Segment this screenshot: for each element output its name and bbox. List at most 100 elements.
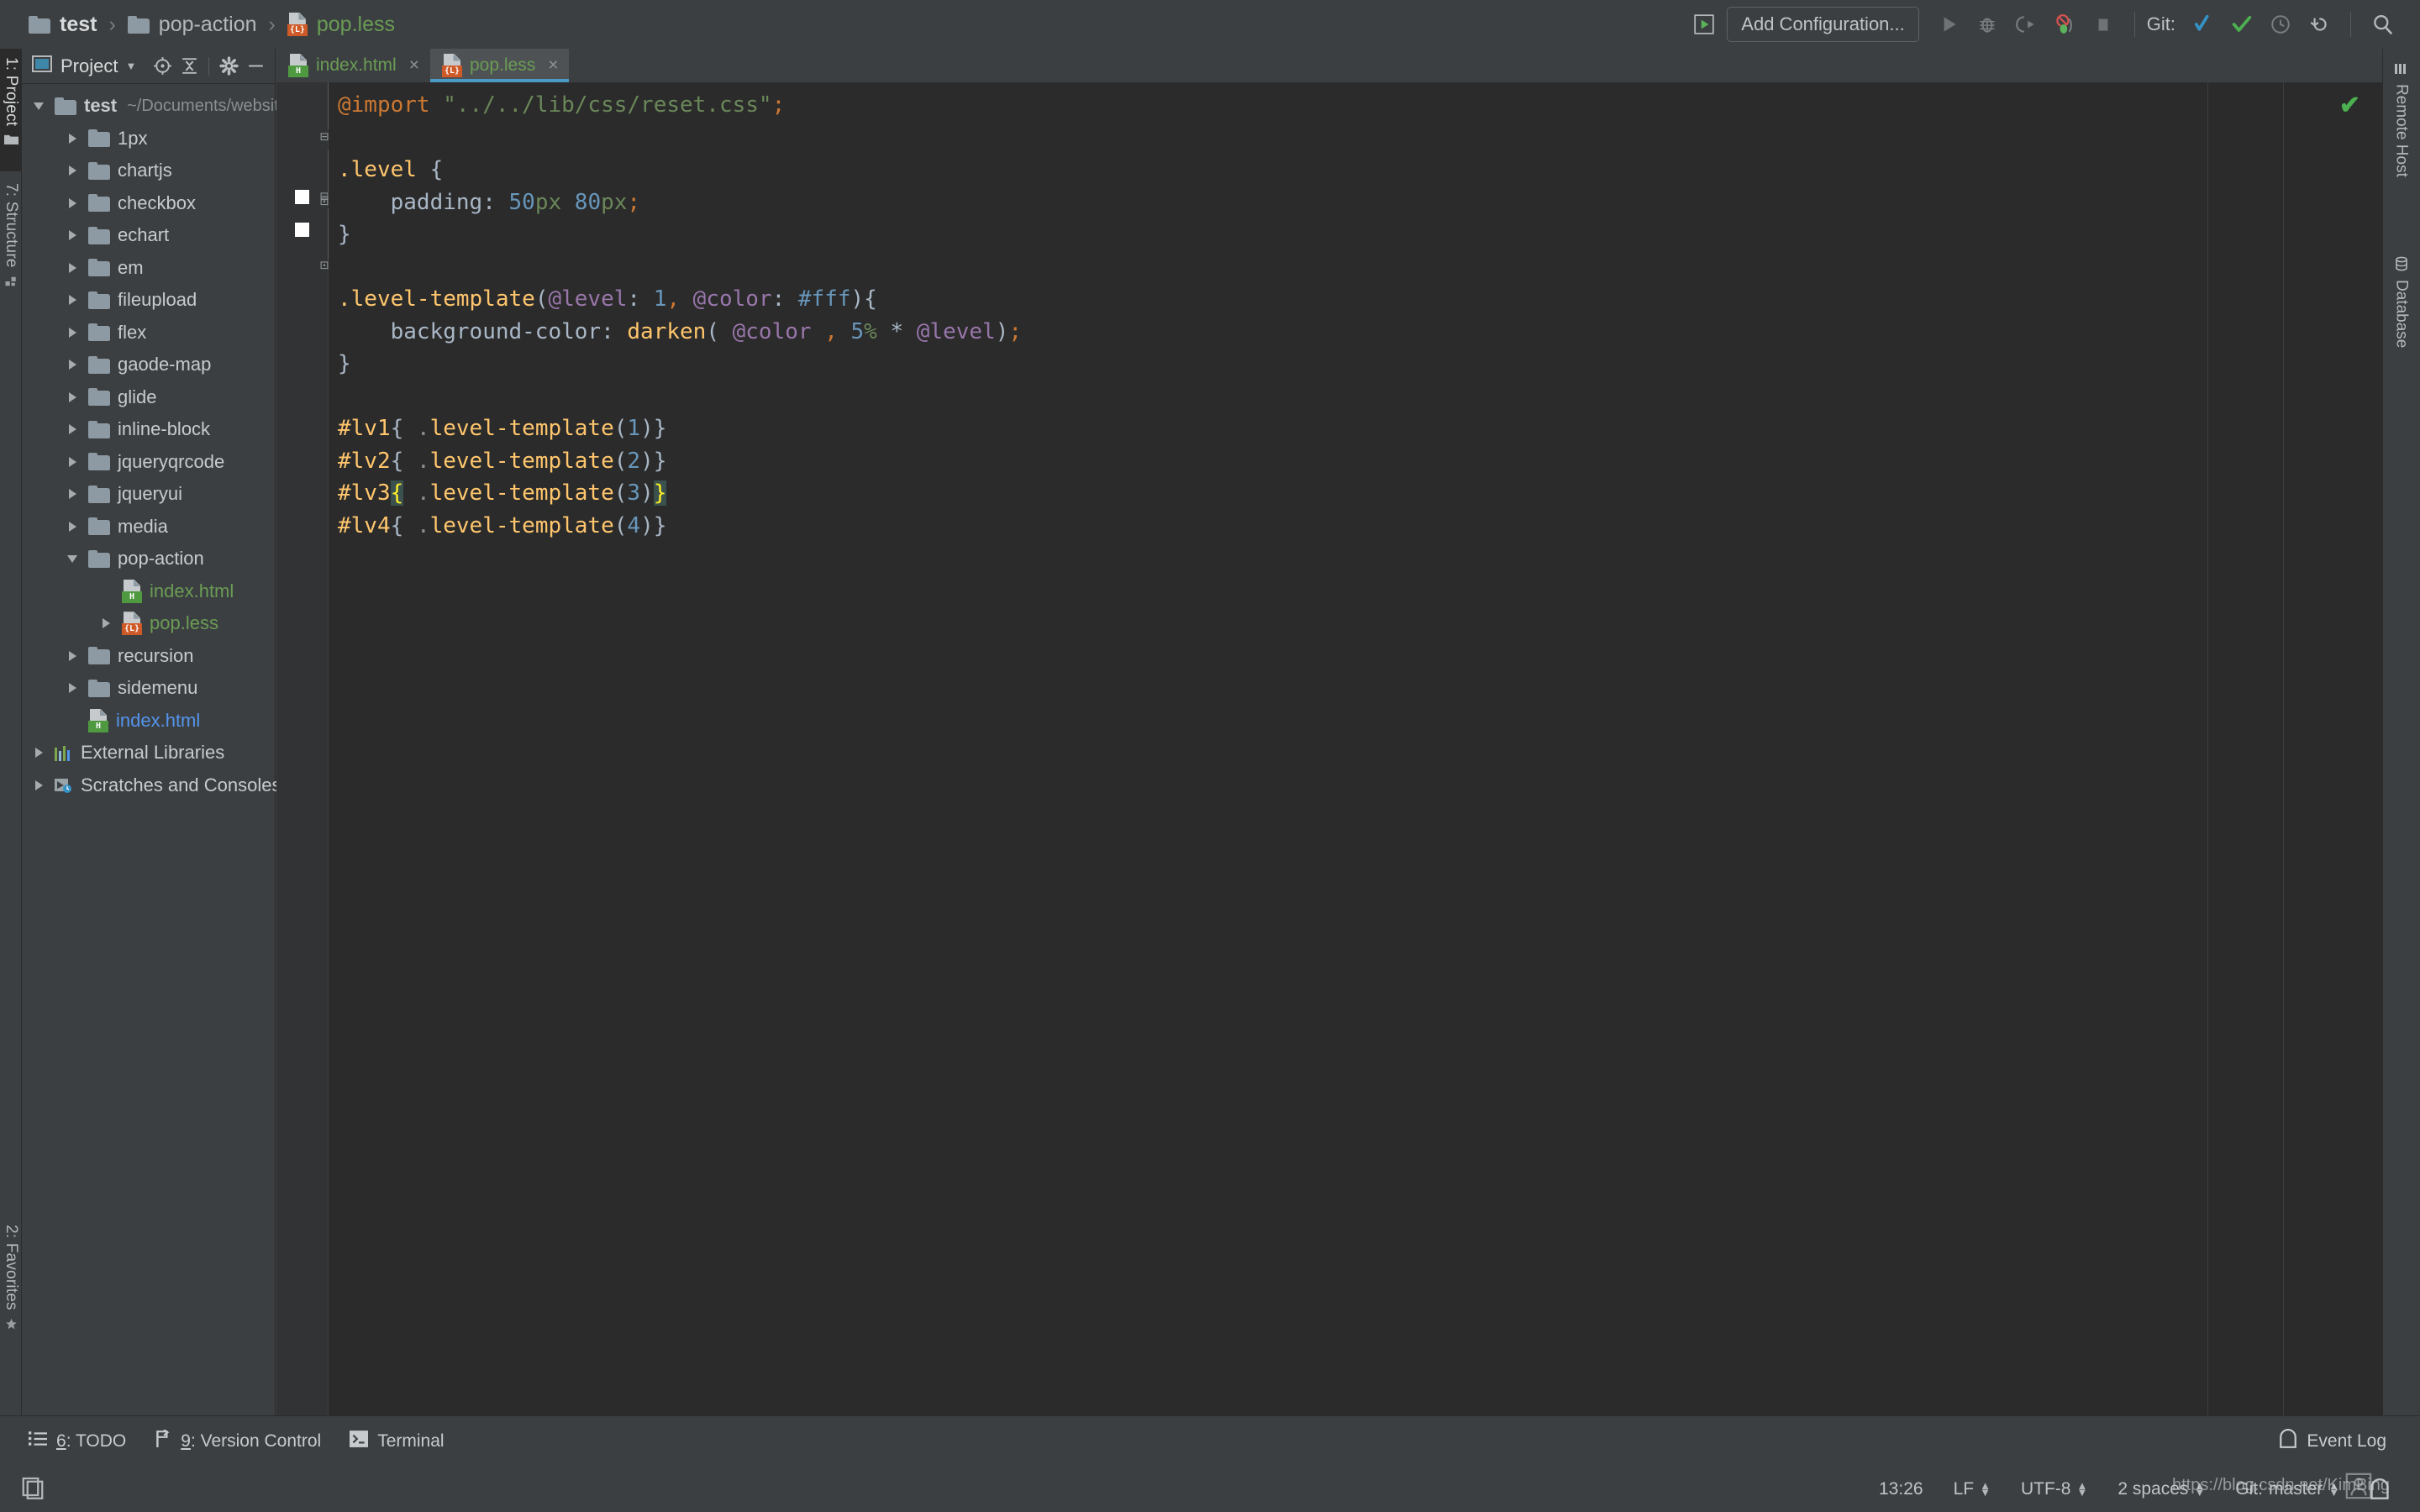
tree-node-jqueryui[interactable]: jqueryui	[22, 478, 275, 511]
watermark-icon	[2344, 1472, 2373, 1500]
editor-gutter[interactable]: ⊟ ⊡ ⊟ ⊡	[276, 82, 329, 1415]
tree-node-echart[interactable]: echart	[22, 219, 275, 252]
locate-icon[interactable]	[150, 54, 175, 79]
tree-node-glide[interactable]: glide	[22, 381, 275, 414]
chevron-down-icon[interactable]: ▼	[125, 60, 136, 72]
indent-selector[interactable]: 2 spaces ▲ ▼	[2102, 1479, 2220, 1499]
source-code: @import "../../lib/css/reset.css"; .level…	[338, 89, 1022, 542]
chevron-right-icon[interactable]	[64, 295, 81, 306]
chevron-right-icon[interactable]	[64, 391, 81, 402]
chevron-right-icon[interactable]	[64, 165, 81, 176]
sidebar-tab-remote-host[interactable]: Remote Host	[2382, 52, 2420, 228]
tree-node-jqueryqrcode[interactable]: jqueryqrcode	[22, 446, 275, 479]
chevron-right-icon[interactable]	[64, 521, 81, 532]
close-icon[interactable]: ×	[409, 55, 419, 76]
shortcut-key: 6	[56, 1431, 66, 1451]
tree-node-scratches-and-consoles[interactable]: Scratches and Consoles	[22, 769, 281, 802]
git-branch-widget[interactable]: Git: master ▲ ▼	[2220, 1479, 2354, 1499]
tree-node-inline-block[interactable]: inline-block	[22, 413, 275, 446]
editor-tab-pop-less[interactable]: {L} pop.less ×	[429, 49, 570, 82]
tree-node-1px[interactable]: 1px	[22, 123, 275, 155]
chevron-down-icon[interactable]	[64, 554, 81, 563]
sidebar-tab-database[interactable]: Database	[2382, 246, 2420, 397]
bottom-tab-version-control[interactable]: 9: Version Control	[155, 1428, 321, 1453]
close-icon[interactable]: ×	[548, 55, 558, 76]
code-editor[interactable]: ⊟ ⊡ ⊟ ⊡ @import "../../lib/css/reset.css…	[276, 82, 2382, 1415]
chevron-right-icon[interactable]	[64, 327, 81, 338]
folder-icon	[88, 226, 110, 244]
editor-scrollbar-track[interactable]: ✔	[2283, 82, 2382, 1415]
line-separator-selector[interactable]: LF ▲ ▼	[1939, 1479, 2006, 1499]
tree-node-recursion[interactable]: recursion	[22, 640, 275, 673]
run-icon[interactable]	[1929, 5, 1968, 44]
toggle-tool-windows-icon[interactable]	[12, 1474, 45, 1504]
status-bar: 13:26 LF ▲ ▼ UTF-8 ▲ ▼ 2 spaces ▲ ▼ Git: ma…	[0, 1466, 2420, 1512]
chevron-right-icon[interactable]	[30, 780, 47, 790]
tree-node-media[interactable]: media	[22, 511, 275, 543]
folder-icon	[29, 15, 50, 34]
tree-node-index-html[interactable]: Hindex.html	[22, 705, 275, 738]
chevron-right-icon[interactable]	[97, 618, 114, 629]
encoding-selector[interactable]: UTF-8 ▲ ▼	[2006, 1479, 2102, 1499]
event-log-button[interactable]: Event Log	[2279, 1428, 2386, 1454]
editor-text-surface[interactable]: @import "../../lib/css/reset.css"; .level…	[329, 82, 2207, 1415]
chevron-down-icon[interactable]	[30, 102, 47, 110]
tree-node-em[interactable]: em	[22, 252, 275, 285]
tree-node-label: 1px	[118, 127, 148, 149]
debug-icon[interactable]	[1968, 5, 2007, 44]
chevron-right-icon[interactable]	[64, 197, 81, 208]
chevron-right-icon[interactable]	[64, 230, 81, 241]
tree-node-label: gaode-map	[118, 354, 212, 375]
tree-node-fileupload[interactable]: fileupload	[22, 284, 275, 317]
search-everywhere-icon[interactable]	[2363, 5, 2402, 44]
chevron-right-icon[interactable]	[64, 650, 81, 661]
tree-node-pop-action[interactable]: pop-action	[22, 543, 275, 575]
editor-tab-index-html[interactable]: H index.html ×	[276, 49, 430, 82]
settings-gear-icon[interactable]	[216, 54, 241, 79]
bookmark-marker[interactable]	[295, 190, 309, 204]
folder-icon	[88, 679, 110, 697]
collapse-all-icon[interactable]	[176, 54, 202, 79]
breadcrumb-item-folder[interactable]: pop-action	[127, 13, 257, 37]
caret-position[interactable]: 13:26	[1864, 1479, 1939, 1499]
tree-node-chartjs[interactable]: chartjs	[22, 155, 275, 187]
run-widget-icon[interactable]	[1685, 5, 1723, 44]
sidebar-tab-structure[interactable]: 7: Structure	[0, 175, 22, 322]
chevron-right-icon[interactable]	[64, 262, 81, 273]
tree-node-checkbox[interactable]: checkbox	[22, 187, 275, 220]
sidebar-tab-favorites[interactable]: 2: Favorites	[0, 1216, 22, 1376]
chevron-right-icon[interactable]	[64, 683, 81, 694]
tree-node-flex[interactable]: flex	[22, 317, 275, 349]
stop-icon[interactable]	[2084, 5, 2123, 44]
editor-tab-label: index.html	[316, 55, 397, 75]
chevron-right-icon[interactable]	[64, 489, 81, 500]
inspection-ok-check-icon[interactable]: ✔	[2339, 91, 2360, 120]
tree-node-pop-less[interactable]: {L} pop.less	[22, 607, 275, 640]
breadcrumb-separator: ›	[268, 12, 276, 36]
bookmark-marker[interactable]	[295, 223, 309, 237]
chevron-right-icon[interactable]	[64, 456, 81, 467]
hide-panel-icon[interactable]	[243, 54, 268, 79]
chevron-right-icon[interactable]	[64, 424, 81, 435]
run-with-coverage-icon[interactable]	[2007, 5, 2045, 44]
git-update-icon[interactable]	[2184, 5, 2223, 44]
chevron-right-icon[interactable]	[64, 133, 81, 144]
git-rollback-icon[interactable]	[2300, 5, 2338, 44]
breadcrumb-item-file[interactable]: {L} pop.less	[287, 13, 395, 37]
code-line: @import "../../lib/css/reset.css";	[338, 92, 786, 118]
breadcrumb-item-project[interactable]: test	[29, 13, 97, 37]
tree-node-sidemenu[interactable]: sidemenu	[22, 672, 275, 705]
profiler-icon[interactable]	[2045, 5, 2084, 44]
bottom-tab-todo[interactable]: 6: TODO	[29, 1431, 126, 1452]
tree-node-gaode-map[interactable]: gaode-map	[22, 349, 275, 381]
sidebar-tab-project[interactable]: 1: Project	[0, 49, 22, 171]
chevron-right-icon[interactable]	[30, 748, 47, 759]
chevron-right-icon[interactable]	[64, 360, 81, 370]
git-commit-icon[interactable]	[2223, 5, 2261, 44]
bottom-tab-terminal[interactable]: Terminal	[350, 1430, 445, 1452]
add-configuration-button[interactable]: Add Configuration...	[1727, 7, 1919, 42]
tree-node-test[interactable]: test ~/Documents/website/test	[22, 90, 320, 123]
tree-node-index-html[interactable]: Hindex.html	[22, 575, 275, 608]
tree-node-external-libraries[interactable]: External Libraries	[22, 737, 275, 769]
git-history-icon[interactable]	[2261, 5, 2300, 44]
